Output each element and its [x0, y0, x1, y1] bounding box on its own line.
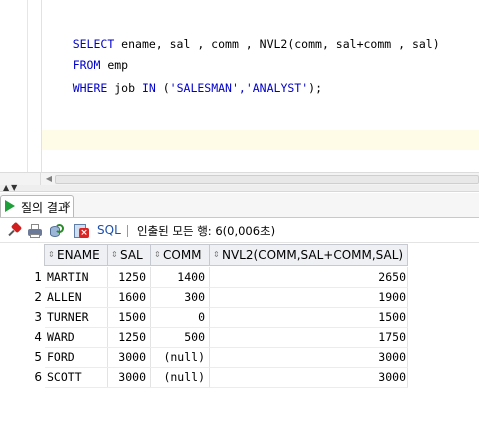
column-header-label: ENAME: [57, 248, 100, 262]
cell-sal[interactable]: 1500: [108, 307, 150, 327]
cell-ename[interactable]: ALLEN: [45, 287, 107, 307]
cell-comm[interactable]: 0: [151, 307, 209, 327]
results-tab-strip: 질의 결과 ✕: [0, 193, 479, 217]
gutter-divider: [27, 0, 28, 172]
table-row[interactable]: 3 TURNER 1500 0 1500: [0, 307, 408, 327]
row-divider: [45, 387, 408, 388]
code-text: ename, sal , comm , NVL2(comm, sal+comm …: [114, 37, 440, 51]
sql-link[interactable]: SQL: [97, 223, 121, 237]
cell-comm[interactable]: 1400: [151, 267, 209, 287]
scroll-left-icon[interactable]: ◀: [44, 174, 54, 184]
code-text: );: [308, 81, 323, 95]
pin-icon[interactable]: [6, 221, 23, 239]
table-row[interactable]: 6 SCOTT 3000 (null) 3000: [0, 367, 408, 387]
code-line-3[interactable]: WHERE job IN ('SALESMAN','ANALYST');: [45, 64, 322, 112]
cell-nvl2[interactable]: 3000: [210, 367, 408, 387]
cell-ename[interactable]: SCOTT: [45, 367, 107, 387]
column-header-comm[interactable]: ⇕ COMM: [151, 244, 210, 266]
table-row[interactable]: 1 MARTIN 1250 1400 2650: [0, 267, 408, 287]
sort-icon: ⇕: [154, 250, 161, 259]
table-row[interactable]: 5 FORD 3000 (null) 3000: [0, 347, 408, 367]
cell-ename[interactable]: MARTIN: [45, 267, 107, 287]
cell-nvl2[interactable]: 1500: [210, 307, 408, 327]
run-icon: [5, 200, 15, 212]
sort-icon: ⇕: [48, 250, 55, 259]
print-icon[interactable]: [27, 223, 43, 239]
refresh-icon[interactable]: [49, 223, 65, 239]
results-toolbar: × SQL 인출된 모든 행: 6(0,006초): [0, 217, 479, 243]
row-number: 2: [34, 290, 42, 304]
table-row[interactable]: 4 WARD 1250 500 1750: [0, 327, 408, 347]
cell-sal[interactable]: 3000: [108, 347, 150, 367]
cell-nvl2[interactable]: 2650: [210, 267, 408, 287]
column-header-label: COMM: [163, 248, 202, 262]
editor-horizontal-scrollbar[interactable]: ◀: [0, 172, 479, 185]
current-line-highlight: [42, 130, 479, 150]
cell-ename[interactable]: TURNER: [45, 307, 107, 327]
sql-editor[interactable]: SELECT ename, sal , comm , NVL2(comm, sa…: [0, 0, 479, 172]
code-text: job: [107, 81, 142, 95]
row-number: 5: [34, 350, 42, 364]
column-header-label: SAL: [120, 248, 143, 262]
cell-comm[interactable]: 500: [151, 327, 209, 347]
column-header-nvl2[interactable]: ⇕ NVL2(COMM,SAL+COMM,SAL): [210, 244, 408, 266]
cell-comm[interactable]: (null): [151, 367, 209, 387]
cancel-query-icon[interactable]: ×: [73, 223, 89, 239]
cell-nvl2[interactable]: 1900: [210, 287, 408, 307]
scrollbar-thumb[interactable]: [55, 175, 479, 184]
cell-comm[interactable]: 300: [151, 287, 209, 307]
column-header-ename[interactable]: ⇕ ENAME: [44, 244, 108, 266]
sort-icon: ⇕: [213, 250, 220, 259]
column-header-sal[interactable]: ⇕ SAL: [108, 244, 151, 266]
close-icon[interactable]: ✕: [63, 200, 71, 211]
column-header-label: NVL2(COMM,SAL+COMM,SAL): [222, 248, 404, 262]
keyword-in: IN: [141, 81, 156, 95]
tab-label: 질의 결과: [21, 201, 69, 215]
result-grid[interactable]: ⇕ ENAME ⇕ SAL ⇕ COMM ⇕ NVL2(COMM,SAL+COMM,SA…: [0, 243, 479, 424]
cell-ename[interactable]: WARD: [45, 327, 107, 347]
cell-ename[interactable]: FORD: [45, 347, 107, 367]
panel-splitter[interactable]: ▲▼: [0, 183, 479, 192]
cell-nvl2[interactable]: 1750: [210, 327, 408, 347]
fetch-status: 인출된 모든 행: 6(0,006초): [137, 224, 276, 238]
row-number: 4: [34, 330, 42, 344]
row-number: 1: [34, 270, 42, 284]
string-literal: 'SALESMAN','ANALYST': [169, 81, 309, 95]
table-row[interactable]: 2 ALLEN 1600 300 1900: [0, 287, 408, 307]
cell-comm[interactable]: (null): [151, 347, 209, 367]
cell-sal[interactable]: 1250: [108, 267, 150, 287]
keyword-where: WHERE: [72, 81, 108, 95]
code-text: (: [155, 81, 170, 95]
cell-sal[interactable]: 1250: [108, 327, 150, 347]
row-number: 6: [34, 370, 42, 384]
tab-query-result[interactable]: 질의 결과 ✕: [0, 195, 74, 217]
row-number: 3: [34, 310, 42, 324]
cell-sal[interactable]: 3000: [108, 367, 150, 387]
splitter-arrows-icon[interactable]: ▲▼: [3, 183, 19, 192]
toolbar-separator: [127, 225, 128, 237]
sort-icon: ⇕: [111, 250, 118, 259]
cell-sal[interactable]: 1600: [108, 287, 150, 307]
cell-nvl2[interactable]: 3000: [210, 347, 408, 367]
